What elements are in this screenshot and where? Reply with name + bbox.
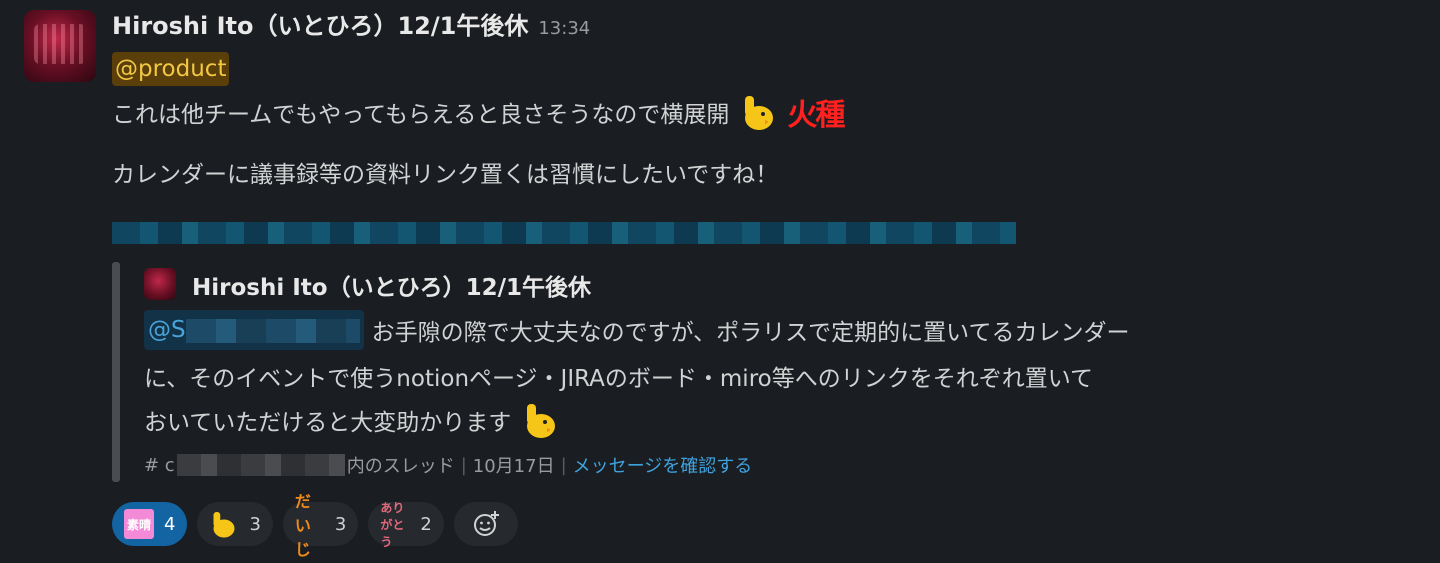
reaction-count: 3: [249, 513, 261, 535]
raised-hand-duck-icon: [523, 400, 559, 440]
timestamp[interactable]: 13:34: [538, 18, 590, 39]
mention-blur: [185, 318, 360, 343]
quote-date: 10月17日: [472, 456, 555, 477]
divider: |: [560, 454, 567, 476]
thread-label: 内のスレッド: [346, 456, 455, 477]
reactions-bar: 素晴 4 3 だいじ 3 ありがとう 2: [112, 492, 518, 559]
raised-hand-duck-icon: [741, 92, 777, 132]
message-text: これは他チームでもやってもらえると良さそうなので横展開: [112, 102, 730, 128]
quote-avatar[interactable]: [144, 268, 176, 300]
divider: |: [460, 454, 467, 476]
message-header: Hiroshi Ito（いとひろ）12/1午後休 13:34: [112, 6, 590, 42]
quote-bar: [112, 262, 120, 482]
mention-product[interactable]: @product: [112, 52, 230, 86]
reaction-raised-hand[interactable]: 3: [197, 502, 273, 546]
quote-line-3: おいていただけると大変助かります: [144, 398, 559, 442]
view-message-link[interactable]: メッセージを確認する: [573, 452, 753, 478]
author-name[interactable]: Hiroshi Ito（いとひろ）12/1午後休: [112, 6, 528, 41]
fire-sticker-icon: 火種: [787, 98, 845, 133]
avatar[interactable]: [24, 10, 96, 82]
quote-author-name[interactable]: Hiroshi Ito（いとひろ）12/1午後休: [192, 268, 591, 302]
quote-line-1: @S お手隙の際で大丈夫なのですが、ポラリスで定期的に置いてるカレンダー: [144, 310, 1129, 350]
quote-text: お手隙の際で大丈夫なのですが、ポラリスで定期的に置いてるカレンダー: [371, 320, 1130, 346]
add-emoji-icon: [471, 509, 501, 539]
message-line-1: これは他チームでもやってもらえると良さそうなので横展開 火種: [112, 90, 845, 134]
orange-sticker-icon: だいじ: [294, 492, 311, 559]
reaction-pink-sticker[interactable]: 素晴 4: [112, 502, 188, 546]
quote-line-2: に、そのイベントで使うnotionページ・JIRAのボード・miro等へのリンク…: [144, 366, 1094, 392]
reaction-count: 2: [420, 513, 432, 535]
reaction-red-sticker[interactable]: ありがとう 2: [368, 500, 444, 549]
raised-hand-duck-icon: [209, 509, 239, 539]
channel-prefix[interactable]: # c: [144, 455, 175, 476]
quote-text: おいていただけると大変助かります: [144, 410, 512, 436]
pink-sticker-icon: 素晴: [124, 509, 154, 539]
redacted-channel: [176, 454, 345, 476]
message: Hiroshi Ito（いとひろ）12/1午後休 13:34 @product …: [0, 0, 1440, 563]
redacted-link[interactable]: [112, 222, 1016, 244]
reaction-orange-sticker[interactable]: だいじ 3: [282, 492, 359, 559]
mention-prefix: @S: [148, 317, 186, 343]
quote-footer: # c 内のスレッド | 10月17日 | メッセージを確認する: [144, 452, 752, 478]
add-reaction-button[interactable]: [453, 502, 518, 546]
red-sticker-icon: ありがとう: [380, 500, 405, 549]
redacted-mention[interactable]: @S: [144, 310, 364, 350]
reaction-count: 4: [164, 513, 176, 535]
message-line-2: カレンダーに議事録等の資料リンク置くは習慣にしたいですね！: [112, 162, 779, 188]
reaction-count: 3: [334, 513, 347, 535]
